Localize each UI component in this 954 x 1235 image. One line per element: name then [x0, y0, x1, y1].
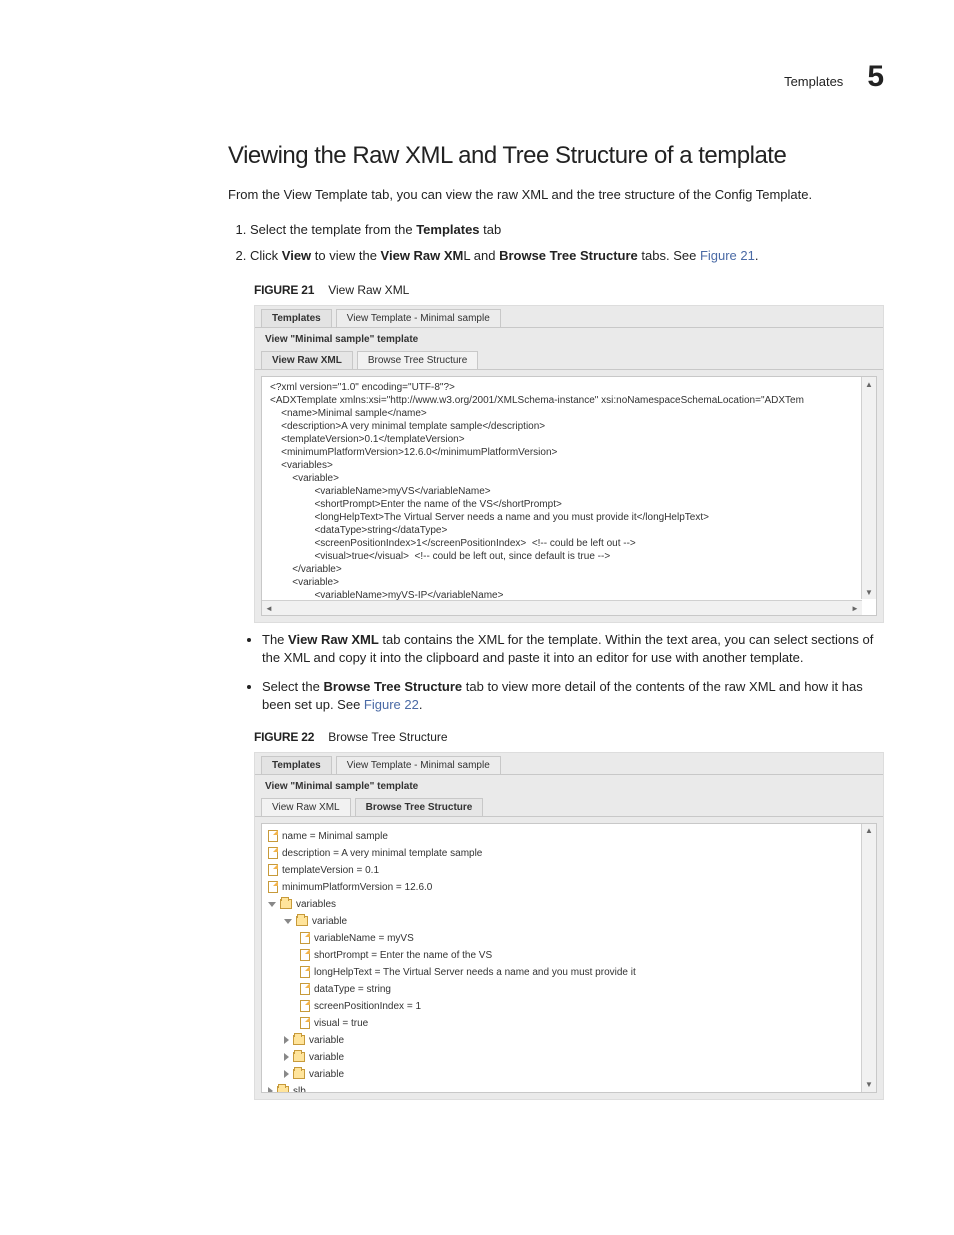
steps-list: Select the template from the Templates t… — [228, 220, 884, 268]
figure-22-screenshot: Templates View Template - Minimal sample… — [254, 752, 884, 1100]
tree-leaf-name[interactable]: name = Minimal sample — [268, 828, 870, 845]
tree-leaf-shortPrompt[interactable]: shortPrompt = Enter the name of the VS — [268, 947, 870, 964]
inner-tabs: View Raw XML Browse Tree Structure — [255, 351, 883, 370]
tree-node-variable-collapsed[interactable]: variable — [268, 1032, 870, 1049]
tree-leaf-templateVersion[interactable]: templateVersion = 0.1 — [268, 862, 870, 879]
folder-icon — [296, 916, 308, 926]
leaf-icon — [268, 864, 278, 876]
leaf-icon — [300, 966, 310, 978]
disclosure-triangle-icon[interactable] — [284, 1036, 289, 1044]
leaf-icon — [300, 1017, 310, 1029]
intro-text: From the View Template tab, you can view… — [228, 186, 884, 204]
figure-21-screenshot: Templates View Template - Minimal sample… — [254, 305, 884, 623]
tree-leaf-variableName[interactable]: variableName = myVS — [268, 930, 870, 947]
page: Templates 5 Viewing the Raw XML and Tree… — [0, 0, 954, 1235]
tab-browse-tree[interactable]: Browse Tree Structure — [357, 351, 478, 369]
folder-icon — [293, 1052, 305, 1062]
tree-node-slb[interactable]: slb — [268, 1083, 870, 1092]
scroll-up-icon[interactable]: ▲ — [862, 824, 876, 838]
tab-view-template[interactable]: View Template - Minimal sample — [336, 309, 501, 327]
scroll-down-icon[interactable]: ▼ — [862, 1078, 876, 1092]
outer-tabs: Templates View Template - Minimal sample — [255, 753, 883, 775]
folder-icon — [293, 1035, 305, 1045]
view-subtitle: View "Minimal sample" template — [255, 775, 883, 798]
tab-view-raw-xml[interactable]: View Raw XML — [261, 798, 351, 816]
tree-node-variable-collapsed[interactable]: variable — [268, 1066, 870, 1083]
folder-icon — [293, 1069, 305, 1079]
tree-leaf-minimumPlatformVersion[interactable]: minimumPlatformVersion = 12.6.0 — [268, 879, 870, 896]
leaf-icon — [300, 949, 310, 961]
tree-leaf-visual[interactable]: visual = true — [268, 1015, 870, 1032]
running-header-chapter: 5 — [867, 60, 884, 94]
raw-xml-text[interactable]: <?xml version="1.0" encoding="UTF-8"?> <… — [262, 377, 876, 615]
disclosure-triangle-icon[interactable] — [284, 1070, 289, 1078]
folder-icon — [280, 899, 292, 909]
leaf-icon — [268, 830, 278, 842]
figure-22-link[interactable]: Figure 22 — [364, 697, 419, 712]
tab-view-template[interactable]: View Template - Minimal sample — [336, 756, 501, 774]
inner-tabs: View Raw XML Browse Tree Structure — [255, 798, 883, 817]
note-2: Select the Browse Tree Structure tab to … — [262, 678, 884, 714]
disclosure-triangle-icon[interactable] — [284, 1053, 289, 1061]
tree-node-variable[interactable]: variable — [268, 913, 870, 930]
leaf-icon — [300, 932, 310, 944]
view-subtitle: View "Minimal sample" template — [255, 328, 883, 351]
running-header: Templates 5 — [228, 60, 884, 94]
disclosure-triangle-icon[interactable] — [268, 1087, 273, 1092]
figure-21-caption: FIGURE 21View Raw XML — [254, 283, 884, 297]
running-header-section: Templates — [784, 74, 843, 89]
leaf-icon — [300, 983, 310, 995]
tree-leaf-dataType[interactable]: dataType = string — [268, 981, 870, 998]
notes-list: The View Raw XML tab contains the XML fo… — [228, 631, 884, 714]
tree-leaf-longHelpText[interactable]: longHelpText = The Virtual Server needs … — [268, 964, 870, 981]
tree-leaf-description[interactable]: description = A very minimal template sa… — [268, 845, 870, 862]
tree-root: name = Minimal sample description = A ve… — [262, 824, 876, 1092]
step-1: Select the template from the Templates t… — [250, 220, 884, 241]
leaf-icon — [268, 881, 278, 893]
tree-node-variables[interactable]: variables — [268, 896, 870, 913]
scroll-up-icon[interactable]: ▲ — [862, 377, 876, 391]
scroll-right-icon[interactable]: ► — [848, 601, 862, 615]
tab-templates[interactable]: Templates — [261, 309, 332, 327]
scroll-down-icon[interactable]: ▼ — [862, 585, 876, 599]
disclosure-triangle-icon[interactable] — [284, 919, 292, 924]
note-1: The View Raw XML tab contains the XML fo… — [262, 631, 884, 667]
tab-view-raw-xml[interactable]: View Raw XML — [261, 351, 353, 369]
tree-leaf-screenPositionIndex[interactable]: screenPositionIndex = 1 — [268, 998, 870, 1015]
figure-22-caption: FIGURE 22Browse Tree Structure — [254, 730, 884, 744]
horizontal-scrollbar[interactable]: ◄ ► — [262, 600, 862, 615]
disclosure-triangle-icon[interactable] — [268, 902, 276, 907]
raw-xml-panel: <?xml version="1.0" encoding="UTF-8"?> <… — [261, 376, 877, 616]
tree-panel: name = Minimal sample description = A ve… — [261, 823, 877, 1093]
tab-browse-tree[interactable]: Browse Tree Structure — [355, 798, 484, 816]
vertical-scrollbar[interactable]: ▲ ▼ — [861, 377, 876, 599]
tree-node-variable-collapsed[interactable]: variable — [268, 1049, 870, 1066]
vertical-scrollbar[interactable]: ▲ ▼ — [861, 824, 876, 1092]
leaf-icon — [300, 1000, 310, 1012]
step-2: Click View to view the View Raw XML and … — [250, 246, 884, 267]
figure-21-link[interactable]: Figure 21 — [700, 248, 755, 263]
tab-templates[interactable]: Templates — [261, 756, 332, 774]
leaf-icon — [268, 847, 278, 859]
folder-icon — [277, 1086, 289, 1092]
scroll-left-icon[interactable]: ◄ — [262, 601, 276, 615]
outer-tabs: Templates View Template - Minimal sample — [255, 306, 883, 328]
page-title: Viewing the Raw XML and Tree Structure o… — [228, 142, 884, 170]
